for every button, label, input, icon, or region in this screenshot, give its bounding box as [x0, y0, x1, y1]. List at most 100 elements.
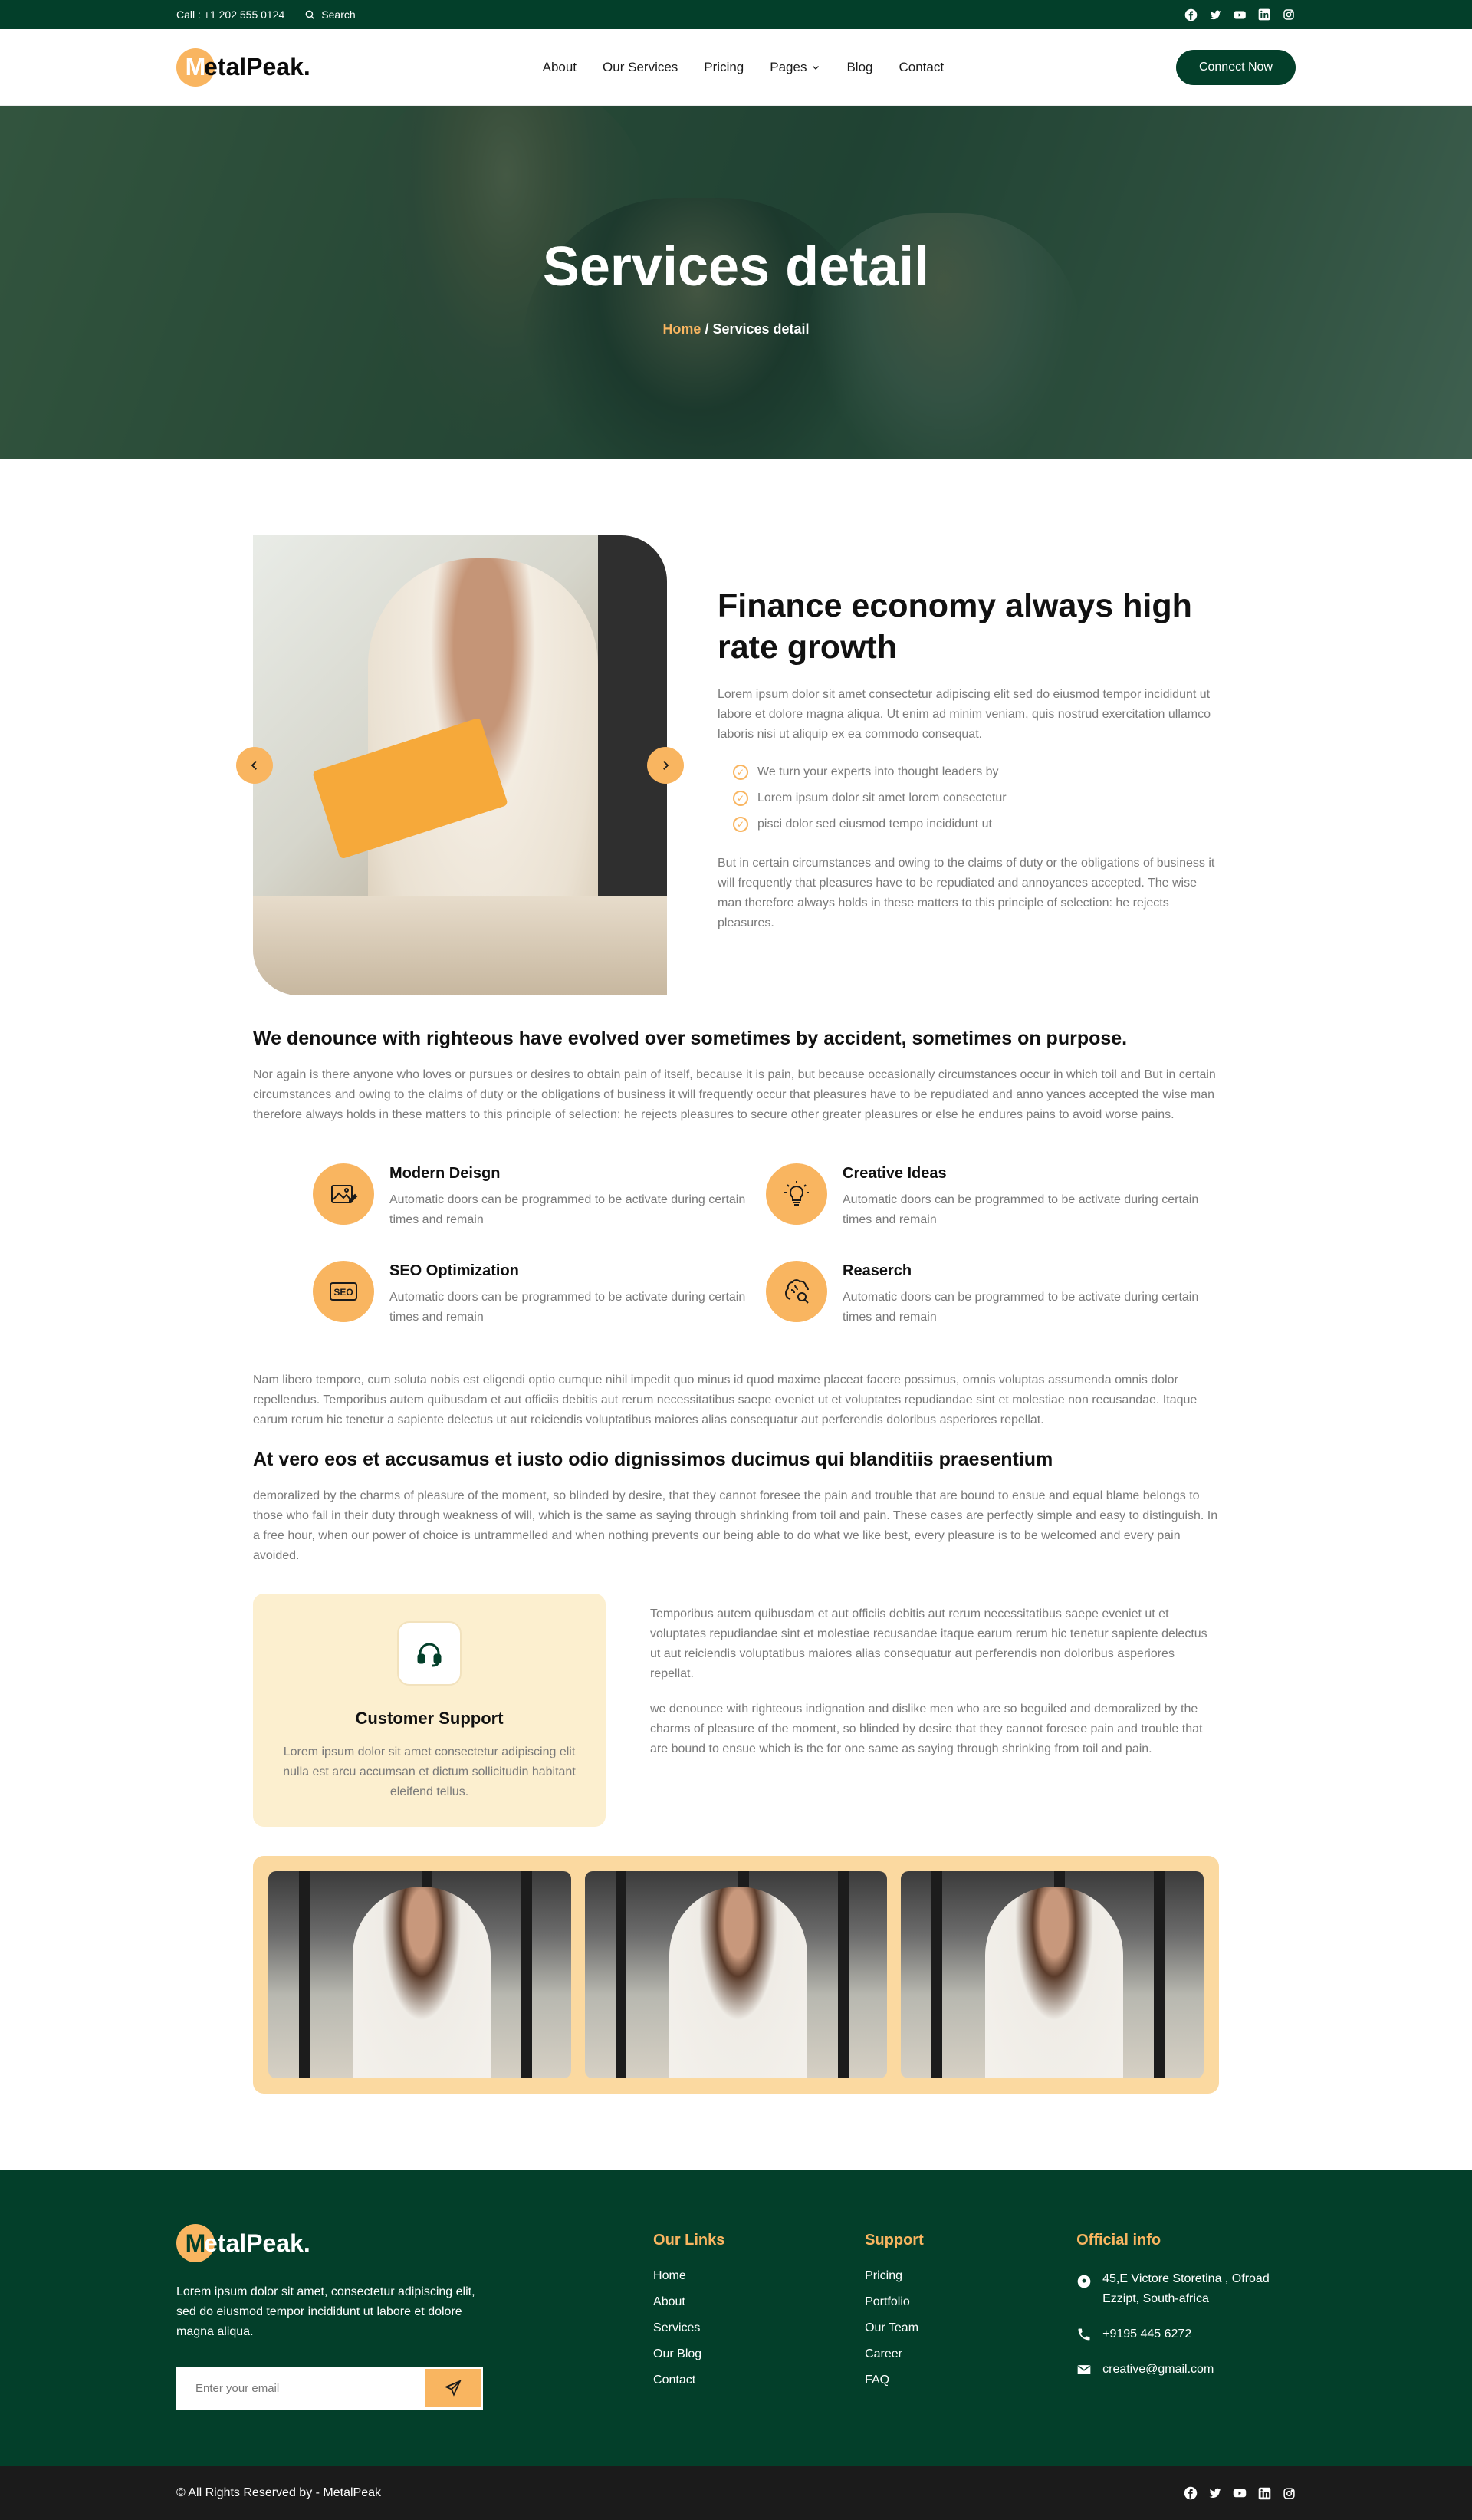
intro-heading: Finance economy always high rate growth	[718, 587, 1192, 666]
instagram-icon[interactable]	[1282, 2486, 1296, 2500]
logo-text: etalPeak.	[204, 53, 310, 81]
nav-item-contact[interactable]: Contact	[899, 60, 945, 75]
check-circle-icon: ✓	[733, 817, 748, 832]
section-heading: We denounce with righteous have evolved …	[253, 1028, 1128, 1049]
list-item: ✓ Lorem ipsum dolor sit amet lorem consec…	[733, 791, 1219, 806]
footer-link-about[interactable]: About	[653, 2295, 865, 2309]
logo-text: etalPeak.	[204, 2229, 310, 2257]
feature-title: Reaserch	[843, 1262, 912, 1279]
headset-icon	[397, 1621, 462, 1686]
footer-support-column: Support Pricing Portfolio Our Team Caree…	[865, 2224, 1076, 2410]
footer-info-column: Official info 45,E Victore Storetina , O…	[1076, 2224, 1296, 2410]
breadcrumb: Home / Services detail	[662, 321, 809, 337]
footer-logo[interactable]: M etalPeak.	[176, 2224, 494, 2262]
support-card-title: Customer Support	[355, 1709, 504, 1728]
breadcrumb-home[interactable]: Home	[662, 321, 701, 337]
main-nav: M etalPeak. About Our Services Pricing P…	[0, 29, 1472, 106]
feature-text: Automatic doors can be programmed to be …	[389, 1193, 746, 1226]
newsletter-form	[176, 2367, 483, 2410]
footer-link-services[interactable]: Services	[653, 2321, 865, 2335]
facebook-icon[interactable]	[1184, 2486, 1198, 2500]
feature-item: Modern Deisgn Automatic doors can be pro…	[313, 1163, 766, 1230]
check-list: ✓ We turn your experts into thought leade…	[718, 765, 1219, 832]
subscribe-button[interactable]	[426, 2369, 481, 2407]
search-icon	[305, 10, 315, 19]
intro-text: Finance economy always high rate growth …	[718, 535, 1219, 995]
detail-section: At vero eos et accusamus et iusto odio d…	[253, 1449, 1219, 1566]
footer-phone-text: +9195 445 6272	[1102, 2328, 1192, 2341]
svg-text:SEO: SEO	[334, 1287, 353, 1298]
seo-icon: SEO	[313, 1261, 374, 1322]
facebook-icon[interactable]	[1184, 8, 1198, 21]
slider-prev-button[interactable]	[236, 747, 273, 784]
brain-search-icon	[766, 1261, 827, 1322]
gallery-image[interactable]	[901, 1871, 1204, 2078]
customer-support-card: Customer Support Lorem ipsum dolor sit a…	[253, 1594, 606, 1827]
footer-link-our-team[interactable]: Our Team	[865, 2321, 1076, 2335]
feature-title: Modern Deisgn	[389, 1165, 501, 1182]
twitter-icon[interactable]	[1208, 8, 1222, 21]
twitter-icon[interactable]	[1208, 2486, 1222, 2500]
nav-item-about[interactable]: About	[543, 60, 577, 75]
page-title: Services detail	[542, 235, 930, 298]
check-circle-icon: ✓	[733, 791, 748, 806]
footer-address: 45,E Victore Storetina , Ofroad Ezzipt, …	[1076, 2269, 1296, 2309]
feature-text: Automatic doors can be programmed to be …	[843, 1291, 1199, 1324]
footer-link-home[interactable]: Home	[653, 2269, 865, 2283]
section-paragraph: Nam libero tempore, cum soluta nobis est…	[253, 1373, 1198, 1426]
image-slider	[236, 535, 684, 995]
email-field[interactable]	[179, 2369, 426, 2407]
section-paragraph: Nor again is there anyone who loves or p…	[253, 1068, 1216, 1121]
footer-link-portfolio[interactable]: Portfolio	[865, 2295, 1076, 2309]
footer-email[interactable]: creative@gmail.com	[1076, 2360, 1296, 2380]
support-section: Customer Support Lorem ipsum dolor sit a…	[253, 1594, 1219, 1827]
footer-link-career[interactable]: Career	[865, 2347, 1076, 2361]
footer-description: Lorem ipsum dolor sit amet, consectetur …	[176, 2285, 475, 2338]
footer-link-contact[interactable]: Contact	[653, 2374, 865, 2387]
detail-section: We denounce with righteous have evolved …	[253, 1028, 1219, 1125]
feature-item: Creative Ideas Automatic doors can be pr…	[766, 1163, 1219, 1230]
connect-now-button[interactable]: Connect Now	[1175, 49, 1296, 85]
detail-section: Nam libero tempore, cum soluta nobis est…	[253, 1370, 1219, 1430]
footer-link-our-blog[interactable]: Our Blog	[653, 2347, 865, 2361]
footer-links-column: Our Links Home About Services Our Blog C…	[653, 2224, 865, 2410]
top-phone[interactable]: Call : +1 202 555 0124	[176, 8, 284, 21]
nav-menu: About Our Services Pricing Pages Blog Co…	[543, 60, 944, 75]
footer-link-faq[interactable]: FAQ	[865, 2374, 1076, 2387]
main-content: Finance economy always high rate growth …	[236, 459, 1219, 2094]
lightbulb-icon	[766, 1163, 827, 1225]
features-grid: Modern Deisgn Automatic doors can be pro…	[253, 1163, 1219, 1327]
chevron-down-icon	[813, 65, 820, 70]
list-item-text: pisci dolor sed eiusmod tempo incididunt…	[757, 818, 992, 831]
list-item: ✓ We turn your experts into thought leade…	[733, 765, 1219, 780]
feature-text: Automatic doors can be programmed to be …	[389, 1291, 746, 1324]
youtube-icon[interactable]	[1233, 2486, 1247, 2500]
support-card-text: Lorem ipsum dolor sit amet consectetur a…	[283, 1745, 576, 1798]
gallery-image[interactable]	[584, 1871, 888, 2078]
location-pin-icon	[1077, 2275, 1091, 2288]
instagram-icon[interactable]	[1282, 8, 1296, 21]
image-gallery	[253, 1856, 1219, 2094]
linkedin-icon[interactable]	[1257, 8, 1271, 21]
linkedin-icon[interactable]	[1257, 2486, 1271, 2500]
nav-item-pages-label: Pages	[770, 59, 807, 74]
nav-item-pages[interactable]: Pages	[770, 60, 820, 75]
brand-logo[interactable]: M etalPeak.	[176, 48, 310, 87]
intro-paragraph: But in certain circumstances and owing t…	[718, 857, 1215, 929]
nav-item-blog[interactable]: Blog	[846, 60, 872, 75]
top-search[interactable]: Search	[304, 8, 356, 21]
breadcrumb-current: Services detail	[712, 321, 810, 337]
nav-item-pricing[interactable]: Pricing	[704, 60, 744, 75]
site-footer: M etalPeak. Lorem ipsum dolor sit amet, …	[0, 2170, 1472, 2466]
list-item: ✓ pisci dolor sed eiusmod tempo incididun…	[733, 817, 1219, 832]
feature-item: Reaserch Automatic doors can be programm…	[766, 1261, 1219, 1327]
slider-image	[253, 535, 667, 995]
nav-item-our-services[interactable]: Our Services	[603, 60, 678, 75]
gallery-image[interactable]	[268, 1871, 571, 2078]
search-label: Search	[321, 8, 356, 21]
list-item-text: We turn your experts into thought leader…	[757, 765, 999, 778]
footer-link-pricing[interactable]: Pricing	[865, 2269, 1076, 2283]
youtube-icon[interactable]	[1233, 8, 1247, 21]
slider-next-button[interactable]	[647, 747, 684, 784]
footer-phone[interactable]: +9195 445 6272	[1076, 2324, 1296, 2344]
